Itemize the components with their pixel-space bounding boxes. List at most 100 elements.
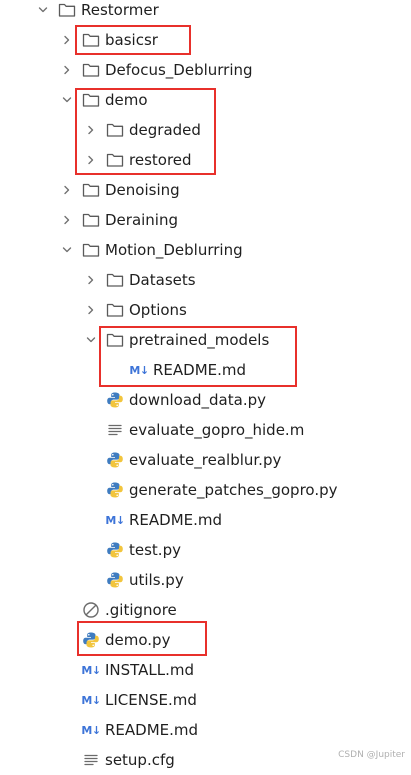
tree-item-generate-patches-gopro-py[interactable]: generate_patches_gopro.py <box>0 475 411 505</box>
markdown-icon: M↓ <box>105 510 125 530</box>
python-file-icon <box>105 480 125 500</box>
tree-item-basicsr[interactable]: basicsr <box>0 25 411 55</box>
text-file-icon <box>81 750 101 770</box>
folder-icon <box>81 60 101 80</box>
chevron-right-icon[interactable] <box>59 32 75 48</box>
tree-item-label: Motion_Deblurring <box>105 241 243 259</box>
folder-icon <box>81 240 101 260</box>
markdown-glyph: M↓ <box>81 663 101 677</box>
tree-item-install-md[interactable]: M↓ INSTALL.md <box>0 655 411 685</box>
tree-item-evaluate-realblur-py[interactable]: evaluate_realblur.py <box>0 445 411 475</box>
watermark: CSDN @Jupiter <box>338 750 405 760</box>
tree-item-license-md[interactable]: M↓ LICENSE.md <box>0 685 411 715</box>
chevron-right-icon[interactable] <box>83 122 99 138</box>
tree-item-label: README.md <box>129 511 223 529</box>
tree-item-label: evaluate_gopro_hide.m <box>129 421 305 439</box>
tree-item-evaluate-gopro-hide-m[interactable]: evaluate_gopro_hide.m <box>0 415 411 445</box>
tree-item-restored[interactable]: restored <box>0 145 411 175</box>
tree-item-label: basicsr <box>105 31 158 49</box>
markdown-glyph: M↓ <box>105 513 125 527</box>
tree-item-datasets[interactable]: Datasets <box>0 265 411 295</box>
tree-item-label: README.md <box>153 361 247 379</box>
python-file-icon <box>105 570 125 590</box>
tree-item-label: Defocus_Deblurring <box>105 61 253 79</box>
tree-item-label: download_data.py <box>129 391 266 409</box>
tree-item-label: degraded <box>129 121 201 139</box>
chevron-right-icon[interactable] <box>83 272 99 288</box>
markdown-glyph: M↓ <box>129 363 149 377</box>
tree-item-degraded[interactable]: degraded <box>0 115 411 145</box>
tree-item-download-data-py[interactable]: download_data.py <box>0 385 411 415</box>
tree-item-pretrained-models[interactable]: pretrained_models <box>0 325 411 355</box>
tree-item-label: Denoising <box>105 181 180 199</box>
tree-item-label: setup.cfg <box>105 751 175 769</box>
tree-item-test-py[interactable]: test.py <box>0 535 411 565</box>
ignore-file-icon <box>81 600 101 620</box>
markdown-glyph: M↓ <box>81 723 101 737</box>
tree-item-restormer[interactable]: Restormer <box>0 0 411 25</box>
tree-item-label: Datasets <box>129 271 196 289</box>
markdown-icon: M↓ <box>81 660 101 680</box>
folder-icon <box>57 0 77 20</box>
tree-item-defocus-deblurring[interactable]: Defocus_Deblurring <box>0 55 411 85</box>
python-file-icon <box>105 450 125 470</box>
python-file-icon <box>105 540 125 560</box>
tree-item-label: Deraining <box>105 211 179 229</box>
folder-icon <box>105 150 125 170</box>
tree-item-denoising[interactable]: Denoising <box>0 175 411 205</box>
folder-icon <box>105 330 125 350</box>
chevron-right-icon[interactable] <box>83 152 99 168</box>
text-file-icon <box>105 420 125 440</box>
python-file-icon <box>81 630 101 650</box>
tree-item-label: evaluate_realblur.py <box>129 451 282 469</box>
markdown-icon: M↓ <box>81 720 101 740</box>
tree-item-demo-py[interactable]: demo.py <box>0 625 411 655</box>
folder-icon <box>105 270 125 290</box>
tree-item-label: demo.py <box>105 631 171 649</box>
folder-icon <box>81 180 101 200</box>
tree-item-gitignore[interactable]: .gitignore <box>0 595 411 625</box>
markdown-icon: M↓ <box>81 690 101 710</box>
tree-item-label: README.md <box>105 721 199 739</box>
chevron-right-icon[interactable] <box>59 182 75 198</box>
chevron-right-icon[interactable] <box>59 62 75 78</box>
tree-item-label: utils.py <box>129 571 184 589</box>
tree-item-label: demo <box>105 91 148 109</box>
tree-item-utils-py[interactable]: utils.py <box>0 565 411 595</box>
chevron-down-icon[interactable] <box>35 2 51 18</box>
tree-item-readme-md[interactable]: M↓ README.md <box>0 505 411 535</box>
tree-item-label: restored <box>129 151 192 169</box>
tree-item-demo[interactable]: demo <box>0 85 411 115</box>
folder-icon <box>81 30 101 50</box>
tree-item-deraining[interactable]: Deraining <box>0 205 411 235</box>
folder-icon <box>81 90 101 110</box>
tree-item-label: LICENSE.md <box>105 691 197 709</box>
tree-item-options[interactable]: Options <box>0 295 411 325</box>
chevron-down-icon[interactable] <box>59 242 75 258</box>
folder-icon <box>105 300 125 320</box>
folder-icon <box>105 120 125 140</box>
tree-item-label: Options <box>129 301 187 319</box>
tree-item-motion-deblurring[interactable]: Motion_Deblurring <box>0 235 411 265</box>
chevron-right-icon[interactable] <box>59 212 75 228</box>
chevron-down-icon[interactable] <box>59 92 75 108</box>
tree-item-readme-md[interactable]: M↓ README.md <box>0 355 411 385</box>
markdown-icon: M↓ <box>129 360 149 380</box>
python-file-icon <box>105 390 125 410</box>
chevron-right-icon[interactable] <box>83 302 99 318</box>
chevron-down-icon[interactable] <box>83 332 99 348</box>
tree-item-readme-md[interactable]: M↓ README.md <box>0 715 411 745</box>
folder-icon <box>81 210 101 230</box>
